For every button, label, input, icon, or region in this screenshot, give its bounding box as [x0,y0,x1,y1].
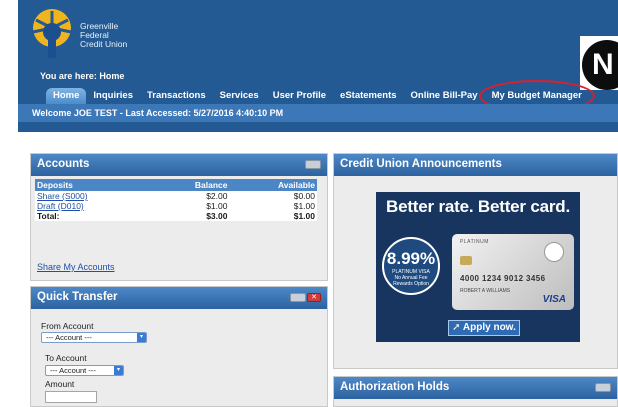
card-logo-icon [544,242,564,262]
to-account-value: --- Account --- [50,366,96,375]
to-account-select[interactable]: --- Account --- ▾ [45,365,124,376]
total-balance: $3.00 [151,211,230,221]
balance-cell: $1.00 [151,201,230,211]
quick-transfer-controls: ✕ [290,293,321,302]
authorization-holds-header: Authorization Holds [334,377,617,399]
total-label: Total: [35,211,152,221]
card-holder-name: ROBERT A WILLIAMS [460,288,511,294]
announcements-title: Credit Union Announcements [340,158,502,170]
card-tier: PLATINUM [460,239,489,245]
quick-transfer-header: Quick Transfer ✕ [31,287,327,309]
apply-arrow-icon: ➚ [452,322,463,333]
amount-input[interactable] [45,391,97,403]
welcome-bar: Welcome JOE TEST - Last Accessed: 5/27/2… [18,104,618,122]
chip-icon [460,256,472,265]
apply-now-label: Apply now. [462,322,516,333]
from-account-value: --- Account --- [46,333,92,342]
table-row: Share (S000) $2.00 $0.00 [35,191,317,201]
tab-estatements[interactable]: eStatements [333,88,404,104]
quick-transfer-title: Quick Transfer [37,291,118,303]
apply-now-button[interactable]: ➚ Apply now. [448,320,520,336]
to-account-label: To Account [45,353,87,363]
accounts-title: Accounts [37,158,90,170]
partner-logo-icon: N [582,40,618,90]
share-my-accounts-link[interactable]: Share My Accounts [37,262,115,272]
chevron-down-icon: ▾ [137,333,146,342]
rate-badge: 8.99% PLATINUM VISA No Annual Fee Reward… [382,237,440,295]
accounts-panel: Accounts Deposits Balance Available Shar… [30,153,328,281]
column-balance: Balance [151,179,230,191]
tab-home[interactable]: Home [46,88,87,104]
tab-online-bill-pay[interactable]: Online Bill-Pay [404,88,485,104]
from-account-label: From Account [41,321,94,331]
promo-title: Better rate. Better card. [386,197,570,216]
close-icon[interactable]: ✕ [307,293,321,302]
greenville-fcu-logo-icon[interactable] [28,8,76,60]
available-cell: $0.00 [229,191,317,201]
from-account-select[interactable]: --- Account --- ▾ [41,332,147,343]
tab-my-budget-manager[interactable]: My Budget Manager [478,80,596,112]
rate-value: 8.99% [386,249,436,268]
tab-transactions[interactable]: Transactions [140,88,213,104]
main-nav: Home Inquiries Transactions Services Use… [46,80,596,112]
minimize-icon[interactable] [595,383,611,392]
minimize-icon[interactable] [305,160,321,169]
accounts-panel-header: Accounts [31,154,327,176]
credit-card-promo-banner[interactable]: Better rate. Better card. 8.99% PLATINUM… [376,192,580,342]
chevron-down-icon: ▾ [114,366,123,375]
partner-logo: N [580,36,618,90]
authorization-holds-title: Authorization Holds [340,381,450,393]
column-available: Available [229,179,317,191]
table-header-row: Deposits Balance Available [35,179,317,191]
account-link-share[interactable]: Share (S000) [37,191,88,201]
accounts-panel-controls [305,160,321,169]
minimize-icon[interactable] [290,293,306,302]
visa-logo: VISA [542,294,566,305]
accounts-table: Deposits Balance Available Share (S000) … [35,179,317,221]
tab-inquiries[interactable]: Inquiries [86,88,140,104]
total-row: Total: $3.00 $1.00 [35,211,317,221]
amount-label: Amount [45,379,75,389]
authorization-holds-controls [595,383,611,392]
account-link-draft[interactable]: Draft (D010) [37,201,84,211]
announcements-panel: Credit Union Announcements Better rate. … [333,153,618,369]
quick-transfer-panel: Quick Transfer ✕ From Account --- Accoun… [30,286,328,407]
column-deposits: Deposits [35,179,152,191]
brand-name[interactable]: Greenville Federal Credit Union [80,22,127,49]
available-cell: $1.00 [229,201,317,211]
announcements-header: Credit Union Announcements [334,154,617,176]
balance-cell: $2.00 [151,191,230,201]
tab-user-profile[interactable]: User Profile [266,88,333,104]
authorization-holds-panel: Authorization Holds [333,376,618,407]
tab-services[interactable]: Services [213,88,266,104]
credit-card-image: PLATINUM 4000 1234 9012 3456 ROBERT A WI… [452,234,574,310]
total-available: $1.00 [229,211,317,221]
breadcrumb: You are here: Home [40,71,125,81]
table-row: Draft (D010) $1.00 $1.00 [35,201,317,211]
rate-rewards-note: Rewards Option [393,281,429,287]
card-number: 4000 1234 9012 3456 [460,274,546,283]
